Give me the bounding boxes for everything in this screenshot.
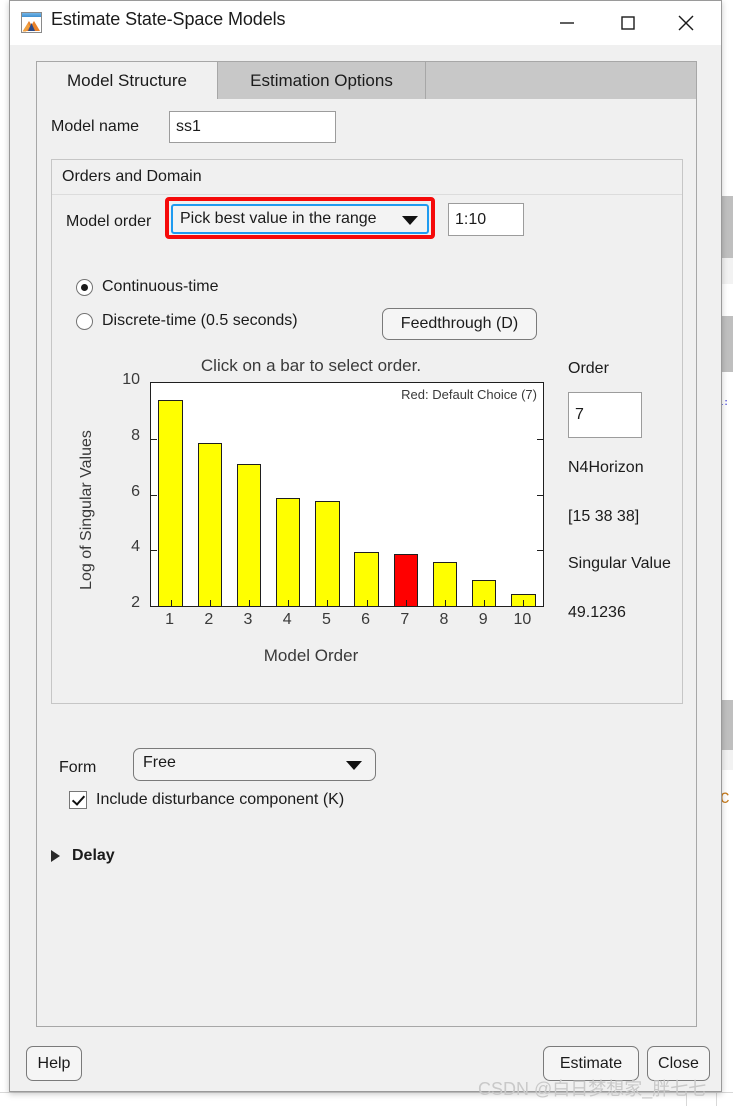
chart-y-tick-mark	[537, 438, 543, 440]
model-order-dropdown[interactable]: Pick best value in the range	[171, 204, 429, 234]
feedthrough-button[interactable]: Feedthrough (D)	[382, 308, 537, 340]
chart-bar[interactable]	[276, 497, 301, 606]
chart-x-tick-mark	[523, 600, 525, 606]
chevron-right-icon	[51, 850, 60, 862]
plot-area[interactable]: Red: Default Choice (7)	[150, 382, 544, 607]
model-order-range-input[interactable]	[448, 203, 524, 236]
chart-x-tick-mark	[405, 600, 407, 606]
close-icon[interactable]	[663, 1, 709, 45]
chart-bar[interactable]	[393, 553, 418, 606]
close-button[interactable]: Close	[647, 1046, 710, 1081]
chart-y-tick-label: 2	[131, 594, 140, 611]
model-name-label: Model name	[51, 118, 140, 135]
chart-bar[interactable]	[354, 551, 379, 606]
radio-indicator-selected	[76, 278, 93, 296]
checkbox-label: Include disturbance component (K)	[96, 791, 345, 808]
chevron-down-icon	[346, 761, 362, 770]
radio-discrete-time[interactable]: Discrete-time (0.5 seconds)	[76, 312, 298, 330]
chart-x-tick-label: 2	[204, 611, 214, 628]
chart-x-axis-label: Model Order	[263, 646, 359, 665]
chart-x-tick-label: 6	[361, 611, 371, 628]
chart-bar[interactable]	[315, 500, 340, 606]
chart-y-tick-label: 6	[131, 482, 140, 500]
chart-bar[interactable]	[158, 399, 183, 606]
window-title: Estimate State-Space Models	[51, 9, 286, 29]
chart-y-tick-label: 8	[131, 426, 140, 444]
chart-y-tick-mark	[151, 494, 157, 496]
group-divider	[52, 194, 682, 195]
order-label: Order	[568, 360, 609, 377]
chart-x-tick-mark	[170, 600, 172, 606]
matlab-membrane-icon	[21, 12, 42, 33]
chart-x-tick-label: 9	[478, 611, 488, 628]
radio-label: Continuous-time	[102, 278, 219, 295]
bg-strip	[722, 258, 733, 284]
bg-block	[722, 700, 733, 750]
chart-bar[interactable]	[197, 442, 222, 606]
chart-y-tick-label: 10	[122, 371, 140, 388]
chart-x-tick-mark	[288, 600, 290, 606]
estimate-state-space-models-dialog: Estimate State-Space Models Model Struct…	[9, 0, 722, 1092]
chart-x-tick-label: 5	[321, 611, 331, 628]
singular-values-chart: Click on a bar to select order. Log of S…	[66, 356, 556, 676]
chart-y-tick-mark	[537, 550, 543, 552]
maximize-icon[interactable]	[605, 1, 651, 45]
form-label: Form	[59, 759, 97, 776]
chart-x-tick-mark	[327, 600, 329, 606]
chart-x-tick-mark	[249, 600, 250, 606]
tab-estimation-options[interactable]: Estimation Options	[218, 62, 426, 100]
tab-model-structure[interactable]: Model Structure	[37, 62, 218, 100]
chart-annotation: Red: Default Choice (7)	[401, 387, 537, 402]
bg-divider	[0, 1092, 733, 1093]
chart-y-tick-mark	[537, 494, 543, 496]
form-dropdown[interactable]: Free	[133, 748, 376, 781]
radio-label: Discrete-time (0.5 seconds)	[102, 312, 298, 329]
help-button[interactable]: Help	[26, 1046, 82, 1081]
model-name-input[interactable]	[169, 111, 336, 143]
bg-block	[722, 196, 733, 258]
chart-x-tick-label: 4	[282, 611, 292, 628]
chart-x-tick-label: 10	[513, 611, 532, 628]
chart-x-tick-mark	[445, 600, 446, 606]
chart-x-tick-label: 3	[243, 611, 253, 628]
bg-divider	[686, 1092, 687, 1106]
chart-x-tick-mark	[484, 600, 486, 606]
chart-bar[interactable]	[236, 463, 262, 606]
orders-and-domain-title: Orders and Domain	[62, 168, 202, 185]
minimize-icon[interactable]	[544, 1, 590, 45]
model-structure-panel: Model name Orders and Domain Model order…	[36, 99, 697, 1027]
order-input[interactable]	[568, 392, 642, 438]
bg-block	[722, 316, 733, 372]
radio-indicator	[76, 312, 93, 330]
chart-x-tick-label: 8	[439, 611, 449, 628]
chart-y-tick-mark	[151, 550, 157, 552]
bg-strip	[722, 750, 733, 770]
chart-x-tick-label: 1	[165, 611, 175, 628]
title-bar: Estimate State-Space Models	[10, 1, 721, 45]
radio-continuous-time[interactable]: Continuous-time	[76, 278, 219, 296]
estimate-button[interactable]: Estimate	[543, 1046, 639, 1081]
chart-x-tick-mark	[366, 600, 368, 606]
chart-x-tick-label: 7	[400, 611, 410, 628]
chevron-down-icon	[402, 216, 418, 225]
include-disturbance-checkbox[interactable]: Include disturbance component (K)	[69, 791, 344, 809]
orders-and-domain-group: Orders and Domain Model order Pick best …	[51, 159, 683, 704]
delay-label: Delay	[72, 847, 115, 864]
tab-label: Model Structure	[67, 71, 187, 90]
tab-label: Estimation Options	[250, 71, 393, 90]
chart-y-axis-label: Log of Singular Values	[78, 430, 95, 590]
checkbox-indicator-checked	[69, 791, 87, 809]
chart-y-tick-mark	[151, 438, 157, 440]
delay-expander[interactable]: Delay	[51, 847, 115, 865]
n4horizon-value: [15 38 38]	[568, 508, 640, 525]
singular-value: 49.1236	[568, 604, 626, 621]
singular-value-label: Singular Value	[568, 555, 671, 572]
chart-x-tick-mark	[209, 600, 211, 606]
n4horizon-label: N4Horizon	[568, 459, 644, 476]
model-order-label: Model order	[66, 213, 152, 230]
chart-y-tick-label: 4	[131, 538, 140, 556]
form-selected-value: Free	[143, 754, 176, 771]
model-order-selected-value: Pick best value in the range	[180, 210, 377, 227]
tab-strip: Model Structure Estimation Options	[36, 61, 697, 100]
